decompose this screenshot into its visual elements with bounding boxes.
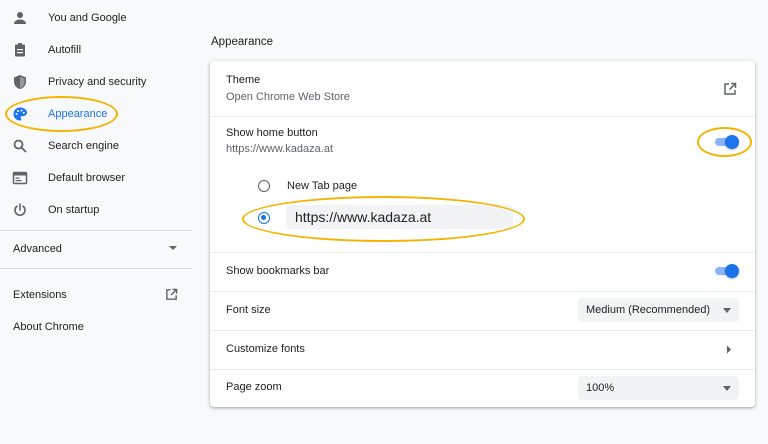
theme-row[interactable]: Theme Open Chrome Web Store: [210, 61, 755, 116]
sidebar-divider: [0, 230, 192, 231]
home-button-label: Show home button: [226, 127, 318, 139]
font-size-select[interactable]: Medium (Recommended): [578, 298, 739, 322]
sidebar-item-label: Appearance: [48, 108, 108, 120]
sidebar-item-appearance[interactable]: Appearance: [0, 98, 192, 130]
caret-down-icon: [169, 246, 177, 250]
person-icon: [14, 12, 26, 24]
sidebar-item-label: Privacy and security: [48, 76, 147, 88]
bookmarks-bar-label: Show bookmarks bar: [226, 265, 330, 277]
sidebar-item-label: Default browser: [48, 172, 126, 184]
clipboard-icon: [15, 43, 25, 57]
theme-label: Theme: [226, 74, 261, 86]
sidebar-item-autofill[interactable]: Autofill: [0, 34, 192, 66]
page-zoom-select[interactable]: 100%: [578, 376, 739, 400]
home-button-toggle[interactable]: [713, 135, 739, 149]
home-button-url: https://www.kadaza.at: [226, 143, 333, 155]
palette-icon: [13, 107, 27, 121]
customize-fonts-row[interactable]: Customize fonts: [210, 331, 755, 369]
new-tab-label: New Tab page: [287, 180, 358, 192]
chevron-right-icon: [727, 345, 731, 354]
chevron-down-icon: [723, 386, 731, 391]
sidebar-about-label: About Chrome: [13, 321, 84, 333]
row-divider: [210, 116, 755, 117]
power-icon: [14, 203, 26, 216]
sidebar-item-label: You and Google: [48, 12, 127, 24]
sidebar-item-search-engine[interactable]: Search engine: [0, 130, 192, 162]
search-icon: [13, 139, 27, 153]
row-divider: [210, 252, 755, 253]
new-tab-radio[interactable]: [258, 180, 270, 192]
custom-url-radio[interactable]: [258, 212, 270, 224]
sidebar: You and Google Autofill Privacy and secu…: [0, 0, 192, 444]
theme-sublabel: Open Chrome Web Store: [226, 91, 350, 103]
sidebar-item-you-and-google[interactable]: You and Google: [0, 2, 192, 34]
row-divider: [210, 291, 755, 292]
page-zoom-label: Page zoom: [226, 381, 282, 393]
sidebar-item-on-startup[interactable]: On startup: [0, 194, 192, 226]
customize-fonts-label: Customize fonts: [226, 343, 305, 355]
appearance-card: Theme Open Chrome Web Store Show home bu…: [210, 61, 755, 407]
shield-icon: [14, 75, 26, 89]
row-divider: [210, 369, 755, 370]
home-url-input[interactable]: [286, 205, 513, 229]
page-title: Appearance: [211, 36, 274, 48]
bookmarks-bar-toggle[interactable]: [713, 264, 739, 278]
sidebar-item-about-chrome[interactable]: About Chrome: [0, 310, 192, 342]
sidebar-item-label: On startup: [48, 204, 100, 216]
page-zoom-value: 100%: [586, 382, 615, 394]
browser-icon: [12, 171, 28, 185]
sidebar-item-privacy-and-security[interactable]: Privacy and security: [0, 66, 192, 98]
sidebar-item-default-browser[interactable]: Default browser: [0, 162, 192, 194]
sidebar-item-label: Search engine: [48, 140, 119, 152]
open-in-new-icon: [166, 288, 178, 300]
toggle-knob: [725, 264, 739, 278]
sidebar-item-label: Autofill: [48, 44, 82, 56]
sidebar-item-extensions[interactable]: Extensions: [0, 278, 192, 310]
font-size-label: Font size: [226, 304, 271, 316]
open-in-new-icon[interactable]: [723, 82, 737, 96]
chevron-down-icon: [723, 308, 731, 313]
sidebar-advanced-label: Advanced: [13, 243, 62, 255]
toggle-knob: [725, 135, 739, 149]
sidebar-advanced-toggle[interactable]: Advanced: [0, 232, 192, 264]
font-size-value: Medium (Recommended): [586, 304, 711, 316]
sidebar-extensions-label: Extensions: [13, 289, 67, 301]
sidebar-divider: [0, 268, 192, 269]
